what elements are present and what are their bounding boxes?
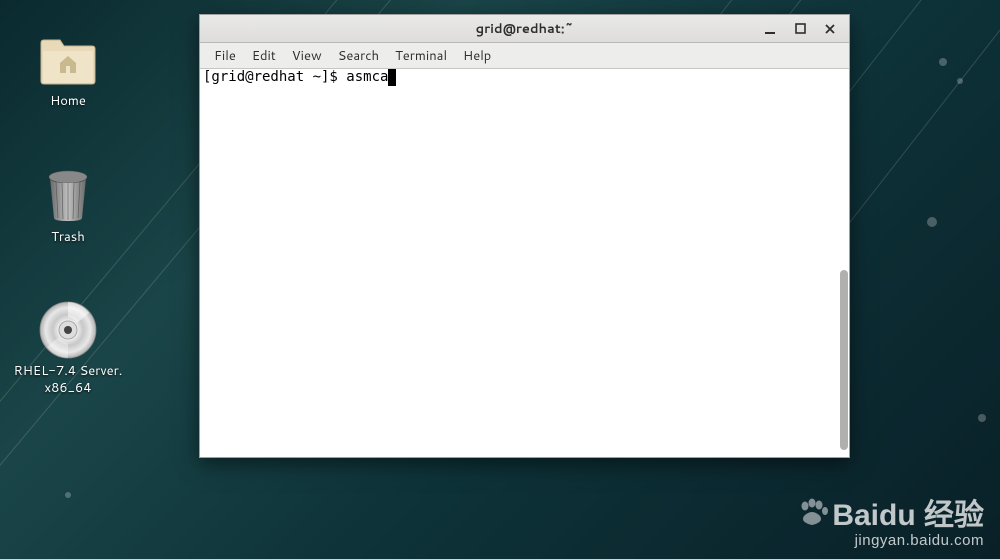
- desktop-icon-disc[interactable]: RHEL-7.4 Server. x86_64: [8, 302, 128, 397]
- minimize-button[interactable]: [761, 20, 779, 38]
- terminal-window: grid@redhat:~ File Edit View Search Term…: [199, 14, 850, 458]
- menubar: File Edit View Search Terminal Help: [200, 43, 849, 69]
- window-title: grid@redhat:~: [200, 20, 849, 38]
- terminal-prompt: [grid@redhat ~]$: [203, 69, 346, 85]
- menu-view[interactable]: View: [284, 44, 330, 68]
- menu-terminal[interactable]: Terminal: [387, 44, 455, 68]
- scrollbar[interactable]: [838, 70, 849, 457]
- window-controls: [761, 15, 845, 42]
- desktop-icon-label: Home: [50, 93, 86, 110]
- titlebar[interactable]: grid@redhat:~: [200, 15, 849, 43]
- watermark-sub: jingyan.baidu.com: [798, 532, 984, 549]
- terminal-command: asmca: [346, 69, 388, 85]
- terminal-body[interactable]: [grid@redhat ~]$ asmca: [200, 69, 849, 457]
- watermark-main: Baidu 经验: [832, 490, 984, 534]
- maximize-button[interactable]: [791, 20, 809, 38]
- folder-home-icon: [38, 32, 98, 87]
- desktop-icon-home[interactable]: Home: [8, 32, 128, 110]
- menu-search[interactable]: Search: [330, 44, 387, 68]
- desktop-icon-label: RHEL-7.4 Server. x86_64: [14, 363, 123, 397]
- desktop-icon-label: Trash: [51, 229, 85, 246]
- menu-file[interactable]: File: [206, 44, 244, 68]
- disc-icon: [38, 302, 98, 357]
- trash-icon: [38, 168, 98, 223]
- paw-icon: [798, 498, 828, 526]
- desktop-icon-trash[interactable]: Trash: [8, 168, 128, 246]
- close-button[interactable]: [821, 20, 839, 38]
- watermark: Baidu 经验 jingyan.baidu.com: [798, 490, 984, 549]
- terminal-cursor: [388, 69, 396, 86]
- scrollbar-thumb[interactable]: [840, 270, 848, 450]
- menu-help[interactable]: Help: [455, 44, 499, 68]
- menu-edit[interactable]: Edit: [244, 44, 284, 68]
